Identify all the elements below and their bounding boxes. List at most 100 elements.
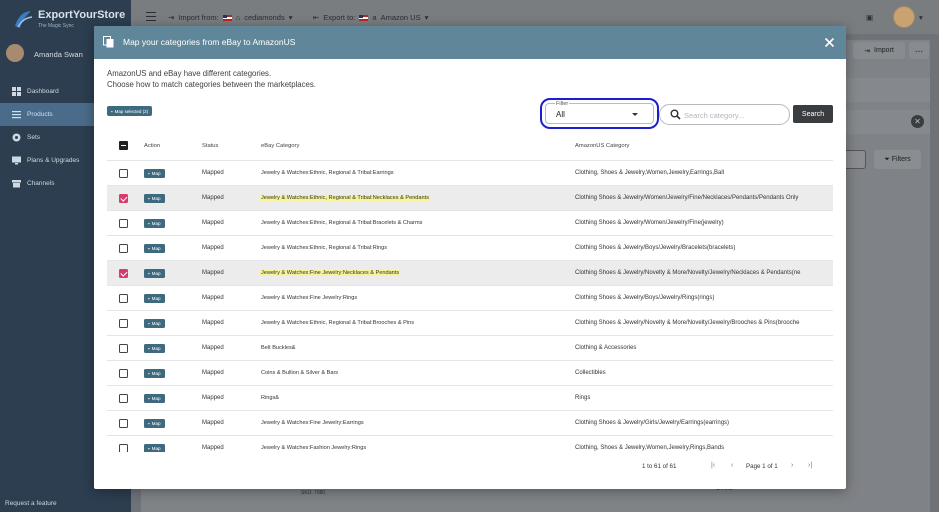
import-store-name: cediamonds <box>244 13 285 22</box>
filter-icon: ⏷ <box>884 156 890 163</box>
table-row[interactable]: ▪ Map Mapped Jewelry & Watches:Ethnic, Regi… <box>107 186 833 211</box>
row-checkbox[interactable] <box>119 444 128 452</box>
map-button[interactable]: ▪ Map <box>144 419 165 428</box>
sidebar-item-label: Dashboard <box>27 88 59 95</box>
row-ebay-category: Jewelry & Watches:Ethnic, Regional & Tri… <box>261 245 388 251</box>
calendar-icon[interactable]: ▣ <box>866 13 873 22</box>
table-row[interactable]: ▪ Map Mapped Jewelry & Watches:Fine Jewelry… <box>107 261 833 286</box>
row-status: Mapped <box>202 195 224 201</box>
map-icon: ▪ <box>148 346 150 351</box>
menu-icon[interactable] <box>146 12 156 21</box>
import-button[interactable]: ⇥ Import <box>853 42 905 59</box>
row-status: Mapped <box>202 245 224 251</box>
account-chevron-down-icon[interactable]: ▾ <box>919 13 923 22</box>
table-row[interactable]: ▪ Map Mapped Jewelry & Watches:Fashion Jewe… <box>107 436 833 452</box>
list-icon <box>12 111 21 119</box>
category-mapping-modal: Map your categories from eBay to AmazonU… <box>94 26 846 489</box>
table-row[interactable]: ▪ Map Mapped Jewelry & Watches:Ethnic, Regi… <box>107 161 833 186</box>
row-checkbox[interactable] <box>119 244 128 253</box>
search-button[interactable]: Search <box>793 105 833 123</box>
row-ebay-category: Coins & Bullion & Silver & Bars <box>261 370 339 376</box>
map-button-label: Map <box>151 221 161 226</box>
row-ebay-category: Jewelry & Watches:Ethnic, Regional & Tri… <box>261 320 415 326</box>
table-row[interactable]: ▪ Map Mapped Jewelry & Watches:Ethnic, Regi… <box>107 236 833 261</box>
copy-icon <box>103 36 114 48</box>
row-ebay-category: Jewelry & Watches:Fashion Jewelry:Rings <box>261 445 367 451</box>
store-icon <box>12 180 21 188</box>
table-row[interactable]: ▪ Map Mapped Jewelry & Watches:Ethnic, Regi… <box>107 311 833 336</box>
map-icon: ▪ <box>148 371 150 376</box>
table-row[interactable]: ▪ Map Mapped Jewelry & Watches:Fine Jewelry… <box>107 411 833 436</box>
clear-icon[interactable]: ✕ <box>911 115 924 128</box>
row-checkbox[interactable] <box>119 169 128 178</box>
map-icon: ▪ <box>148 421 150 426</box>
sidebar-item-label: Sets <box>27 134 41 141</box>
row-status: Mapped <box>202 395 224 401</box>
more-button[interactable]: ... <box>909 42 929 59</box>
map-button[interactable]: ▪ Map <box>144 169 165 178</box>
map-button[interactable]: ▪ Map <box>144 269 165 278</box>
sidebar-item-label: Channels <box>27 180 55 187</box>
filters-button[interactable]: ⏷ Filters <box>874 150 921 169</box>
sets-icon <box>12 133 21 142</box>
map-selected-button[interactable]: ▪ Map selected (2) <box>107 106 153 116</box>
table-row[interactable]: ▪ Map Mapped Rings& Rings <box>107 386 833 411</box>
row-checkbox[interactable] <box>119 344 128 353</box>
map-button[interactable]: ▪ Map <box>144 444 165 452</box>
next-page-icon[interactable]: › <box>791 462 793 469</box>
table-row[interactable]: ▪ Map Mapped Jewelry & Watches:Fine Jewelry… <box>107 286 833 311</box>
row-amazon-category: Clothing Shoes & Jewelry/Boys/Jewelry/Br… <box>575 245 736 251</box>
col-action: Action <box>144 143 161 149</box>
table-row[interactable]: ▪ Map Mapped Coins & Bullion & Silver & Bar… <box>107 361 833 386</box>
map-button[interactable]: ▪ Map <box>144 319 165 328</box>
export-to[interactable]: ⇤ Export to: a Amazon US ▾ <box>313 13 428 22</box>
import-icon: ⇥ <box>168 13 175 22</box>
row-status: Mapped <box>202 445 224 451</box>
map-button[interactable]: ▪ Map <box>144 369 165 378</box>
table-row[interactable]: ▪ Map Mapped Jewelry & Watches:Ethnic, Regi… <box>107 211 833 236</box>
intro-text: AmazonUS and eBay have different categor… <box>107 69 316 90</box>
close-icon[interactable] <box>823 36 836 49</box>
map-button-label: Map <box>151 421 161 426</box>
col-status: Status <box>202 143 219 149</box>
avatar <box>6 44 24 62</box>
col-amazon-category: AmazonUS Category <box>575 143 630 149</box>
account-avatar[interactable] <box>893 6 915 28</box>
request-feature-link[interactable]: Request a feature <box>5 500 57 507</box>
select-all-checkbox[interactable] <box>119 141 128 150</box>
row-status: Mapped <box>202 320 224 326</box>
brand-tagline: The Magic Sync <box>38 23 74 29</box>
sidebar-item-label: Products <box>27 111 53 118</box>
map-button[interactable]: ▪ Map <box>144 244 165 253</box>
row-checkbox[interactable] <box>119 319 128 328</box>
map-icon: ▪ <box>148 171 150 176</box>
row-checkbox[interactable] <box>119 294 128 303</box>
map-button[interactable]: ▪ Map <box>144 219 165 228</box>
category-table: Action Status eBay Category AmazonUS Cat… <box>107 132 833 452</box>
first-page-icon[interactable]: |‹ <box>711 462 715 469</box>
page-indicator: Page 1 of 1 <box>746 463 778 470</box>
last-page-icon[interactable]: ›| <box>808 462 812 469</box>
import-from[interactable]: ⇥ Import from: ⌂ cediamonds ▾ <box>168 13 292 22</box>
row-status: Mapped <box>202 345 224 351</box>
bg-search-button[interactable] <box>844 150 866 169</box>
map-button[interactable]: ▪ Map <box>144 294 165 303</box>
table-row[interactable]: ▪ Map Mapped Belt Buckles& Clothing & Access… <box>107 336 833 361</box>
map-button[interactable]: ▪ Map <box>144 394 165 403</box>
map-icon: ▪ <box>148 446 150 451</box>
filters-button-label: Filters <box>891 156 911 163</box>
map-button-label: Map <box>151 446 161 451</box>
row-amazon-category: Clothing, Shoes & Jewelry,Women,Jewelry,… <box>575 445 725 451</box>
filter-label: Filter <box>555 101 570 107</box>
map-button[interactable]: ▪ Map <box>144 194 165 203</box>
row-checkbox[interactable] <box>119 194 128 203</box>
export-store-name: Amazon US <box>380 13 421 22</box>
row-checkbox[interactable] <box>119 269 128 278</box>
search-input[interactable] <box>684 108 784 122</box>
row-checkbox[interactable] <box>119 219 128 228</box>
map-button[interactable]: ▪ Map <box>144 344 165 353</box>
row-checkbox[interactable] <box>119 419 128 428</box>
prev-page-icon[interactable]: ‹ <box>731 462 733 469</box>
row-checkbox[interactable] <box>119 369 128 378</box>
row-checkbox[interactable] <box>119 394 128 403</box>
